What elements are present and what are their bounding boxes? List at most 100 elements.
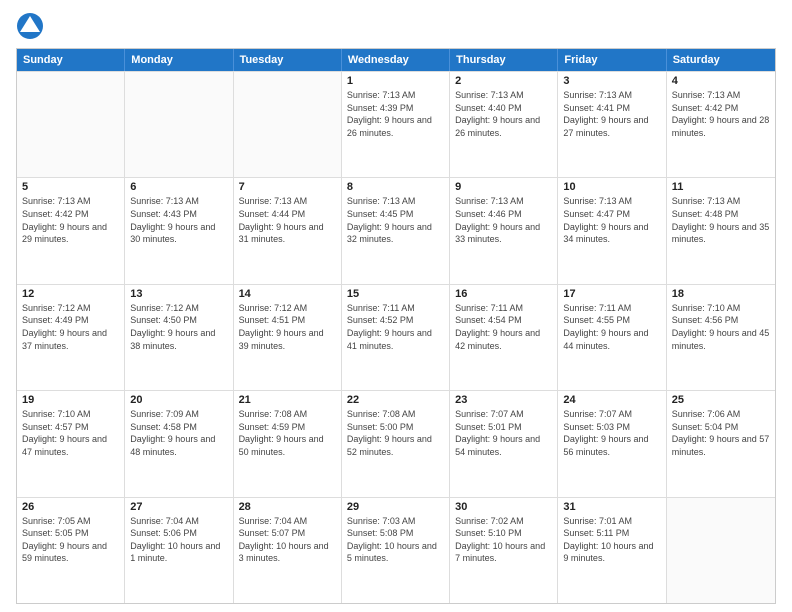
day-number: 30 <box>455 501 552 513</box>
calendar-day-cell: 3 Sunrise: 7:13 AM Sunset: 4:41 PM Daylig… <box>558 72 666 177</box>
day-info: Sunrise: 7:07 AM Sunset: 5:01 PM Dayligh… <box>455 408 552 458</box>
day-number: 12 <box>22 288 119 300</box>
day-info: Sunrise: 7:02 AM Sunset: 5:10 PM Dayligh… <box>455 515 552 565</box>
day-number: 25 <box>672 394 770 406</box>
calendar-day-cell: 21 Sunrise: 7:08 AM Sunset: 4:59 PM Dayli… <box>234 391 342 496</box>
day-info: Sunrise: 7:13 AM Sunset: 4:45 PM Dayligh… <box>347 195 444 245</box>
calendar-day-cell: 28Sunrise: 7:04 AM Sunset: 5:07 PM Dayli… <box>234 498 342 603</box>
day-number: 29 <box>347 501 444 513</box>
day-number: 20 <box>130 394 227 406</box>
day-info: Sunrise: 7:13 AM Sunset: 4:40 PM Dayligh… <box>455 89 552 139</box>
day-number: 2 <box>455 75 552 87</box>
day-number: 15 <box>347 288 444 300</box>
calendar-day-cell: 4 Sunrise: 7:13 AM Sunset: 4:42 PM Daylig… <box>667 72 775 177</box>
calendar-day-cell: 17 Sunrise: 7:11 AM Sunset: 4:55 PM Dayli… <box>558 285 666 390</box>
calendar-week-row: 19Sunrise: 7:10 AM Sunset: 4:57 PM Dayli… <box>17 390 775 496</box>
day-info: Sunrise: 7:13 AM Sunset: 4:47 PM Dayligh… <box>563 195 660 245</box>
day-number: 13 <box>130 288 227 300</box>
day-info: Sunrise: 7:06 AM Sunset: 5:04 PM Dayligh… <box>672 408 770 458</box>
calendar-empty-cell <box>234 72 342 177</box>
calendar-week-row: 1Sunrise: 7:13 AM Sunset: 4:39 PM Daylig… <box>17 71 775 177</box>
calendar-day-cell: 29 Sunrise: 7:03 AM Sunset: 5:08 PM Dayli… <box>342 498 450 603</box>
day-info: Sunrise: 7:11 AM Sunset: 4:55 PM Dayligh… <box>563 302 660 352</box>
day-number: 5 <box>22 181 119 193</box>
day-info: Sunrise: 7:04 AM Sunset: 5:06 PM Dayligh… <box>130 515 227 565</box>
day-info: Sunrise: 7:11 AM Sunset: 4:54 PM Dayligh… <box>455 302 552 352</box>
day-number: 18 <box>672 288 770 300</box>
day-number: 9 <box>455 181 552 193</box>
day-info: Sunrise: 7:07 AM Sunset: 5:03 PM Dayligh… <box>563 408 660 458</box>
calendar-day-cell: 18 Sunrise: 7:10 AM Sunset: 4:56 PM Dayli… <box>667 285 775 390</box>
calendar-day-cell: 27 Sunrise: 7:04 AM Sunset: 5:06 PM Dayli… <box>125 498 233 603</box>
calendar-header-cell: Thursday <box>450 49 558 71</box>
day-info: Sunrise: 7:04 AM Sunset: 5:07 PM Dayligh… <box>239 515 336 565</box>
day-number: 22 <box>347 394 444 406</box>
calendar-day-cell: 6 Sunrise: 7:13 AM Sunset: 4:43 PM Daylig… <box>125 178 233 283</box>
day-number: 7 <box>239 181 336 193</box>
calendar-day-cell: 9 Sunrise: 7:13 AM Sunset: 4:46 PM Daylig… <box>450 178 558 283</box>
day-info: Sunrise: 7:10 AM Sunset: 4:56 PM Dayligh… <box>672 302 770 352</box>
header <box>16 12 776 40</box>
day-info: Sunrise: 7:13 AM Sunset: 4:46 PM Dayligh… <box>455 195 552 245</box>
calendar-day-cell: 11 Sunrise: 7:13 AM Sunset: 4:48 PM Dayli… <box>667 178 775 283</box>
calendar-day-cell: 16 Sunrise: 7:11 AM Sunset: 4:54 PM Dayli… <box>450 285 558 390</box>
day-info: Sunrise: 7:03 AM Sunset: 5:08 PM Dayligh… <box>347 515 444 565</box>
calendar-day-cell: 15 Sunrise: 7:11 AM Sunset: 4:52 PM Dayli… <box>342 285 450 390</box>
calendar-day-cell: 1Sunrise: 7:13 AM Sunset: 4:39 PM Daylig… <box>342 72 450 177</box>
calendar-week-row: 12 Sunrise: 7:12 AM Sunset: 4:49 PM Dayli… <box>17 284 775 390</box>
calendar-week-row: 26Sunrise: 7:05 AM Sunset: 5:05 PM Dayli… <box>17 497 775 603</box>
day-info: Sunrise: 7:11 AM Sunset: 4:52 PM Dayligh… <box>347 302 444 352</box>
day-number: 21 <box>239 394 336 406</box>
calendar-day-cell: 22 Sunrise: 7:08 AM Sunset: 5:00 PM Dayli… <box>342 391 450 496</box>
calendar-header-cell: Monday <box>125 49 233 71</box>
day-info: Sunrise: 7:12 AM Sunset: 4:49 PM Dayligh… <box>22 302 119 352</box>
calendar-day-cell: 23 Sunrise: 7:07 AM Sunset: 5:01 PM Dayli… <box>450 391 558 496</box>
calendar-header-cell: Wednesday <box>342 49 450 71</box>
calendar-day-cell: 14Sunrise: 7:12 AM Sunset: 4:51 PM Dayli… <box>234 285 342 390</box>
day-number: 10 <box>563 181 660 193</box>
calendar-header-cell: Friday <box>558 49 666 71</box>
day-number: 8 <box>347 181 444 193</box>
day-number: 16 <box>455 288 552 300</box>
day-number: 14 <box>239 288 336 300</box>
calendar-day-cell: 30 Sunrise: 7:02 AM Sunset: 5:10 PM Dayli… <box>450 498 558 603</box>
day-number: 11 <box>672 181 770 193</box>
calendar-day-cell: 12 Sunrise: 7:12 AM Sunset: 4:49 PM Dayli… <box>17 285 125 390</box>
calendar-day-cell: 8 Sunrise: 7:13 AM Sunset: 4:45 PM Daylig… <box>342 178 450 283</box>
calendar-day-cell: 31Sunrise: 7:01 AM Sunset: 5:11 PM Dayli… <box>558 498 666 603</box>
calendar-week-row: 5Sunrise: 7:13 AM Sunset: 4:42 PM Daylig… <box>17 177 775 283</box>
day-number: 17 <box>563 288 660 300</box>
day-number: 23 <box>455 394 552 406</box>
day-info: Sunrise: 7:13 AM Sunset: 4:44 PM Dayligh… <box>239 195 336 245</box>
calendar-day-cell: 25 Sunrise: 7:06 AM Sunset: 5:04 PM Dayli… <box>667 391 775 496</box>
calendar-header-cell: Saturday <box>667 49 775 71</box>
calendar-day-cell: 10 Sunrise: 7:13 AM Sunset: 4:47 PM Dayli… <box>558 178 666 283</box>
day-number: 6 <box>130 181 227 193</box>
day-number: 27 <box>130 501 227 513</box>
day-info: Sunrise: 7:10 AM Sunset: 4:57 PM Dayligh… <box>22 408 119 458</box>
calendar-header-cell: Tuesday <box>234 49 342 71</box>
page: SundayMondayTuesdayWednesdayThursdayFrid… <box>0 0 792 612</box>
day-info: Sunrise: 7:01 AM Sunset: 5:11 PM Dayligh… <box>563 515 660 565</box>
day-info: Sunrise: 7:08 AM Sunset: 4:59 PM Dayligh… <box>239 408 336 458</box>
day-info: Sunrise: 7:13 AM Sunset: 4:39 PM Dayligh… <box>347 89 444 139</box>
calendar-header-cell: Sunday <box>17 49 125 71</box>
day-number: 4 <box>672 75 770 87</box>
day-info: Sunrise: 7:08 AM Sunset: 5:00 PM Dayligh… <box>347 408 444 458</box>
day-info: Sunrise: 7:13 AM Sunset: 4:41 PM Dayligh… <box>563 89 660 139</box>
calendar-day-cell: 5Sunrise: 7:13 AM Sunset: 4:42 PM Daylig… <box>17 178 125 283</box>
day-info: Sunrise: 7:13 AM Sunset: 4:43 PM Dayligh… <box>130 195 227 245</box>
calendar-header-row: SundayMondayTuesdayWednesdayThursdayFrid… <box>17 49 775 71</box>
logo <box>16 12 48 40</box>
calendar-day-cell: 7 Sunrise: 7:13 AM Sunset: 4:44 PM Daylig… <box>234 178 342 283</box>
calendar-empty-cell <box>125 72 233 177</box>
day-info: Sunrise: 7:05 AM Sunset: 5:05 PM Dayligh… <box>22 515 119 565</box>
calendar-day-cell: 13Sunrise: 7:12 AM Sunset: 4:50 PM Dayli… <box>125 285 233 390</box>
day-info: Sunrise: 7:13 AM Sunset: 4:42 PM Dayligh… <box>672 89 770 139</box>
day-info: Sunrise: 7:13 AM Sunset: 4:48 PM Dayligh… <box>672 195 770 245</box>
calendar-day-cell: 24Sunrise: 7:07 AM Sunset: 5:03 PM Dayli… <box>558 391 666 496</box>
calendar-day-cell: 19Sunrise: 7:10 AM Sunset: 4:57 PM Dayli… <box>17 391 125 496</box>
calendar-day-cell: 20 Sunrise: 7:09 AM Sunset: 4:58 PM Dayli… <box>125 391 233 496</box>
day-number: 3 <box>563 75 660 87</box>
day-info: Sunrise: 7:09 AM Sunset: 4:58 PM Dayligh… <box>130 408 227 458</box>
